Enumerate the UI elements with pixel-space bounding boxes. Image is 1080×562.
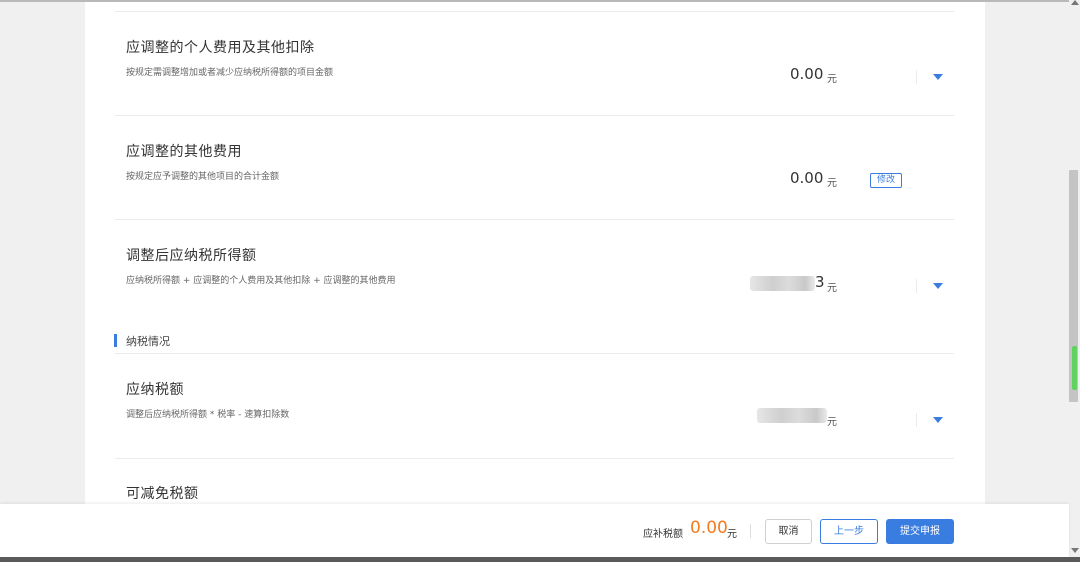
amount-value: 0.00 — [790, 169, 824, 187]
row-title: 可减免税额 — [126, 486, 199, 502]
row-description: 按规定应予调整的其他项目的合计金额 — [126, 172, 280, 182]
row-divider — [115, 115, 954, 116]
scroll-up-icon[interactable] — [1071, 0, 1079, 5]
form-panel: 应调整的个人费用及其他扣除 按规定需调整增加或者减少应纳税所得额的项目金额 0.… — [85, 2, 985, 504]
tax-due-label: 应补税额 — [643, 529, 683, 540]
chevron-down-icon[interactable] — [933, 283, 943, 289]
row-title: 调整后应纳税所得额 — [126, 248, 257, 264]
edit-button[interactable]: 修改 — [870, 173, 902, 188]
scroll-down-icon[interactable] — [1071, 548, 1079, 553]
tax-due-amount: 0.00 — [690, 518, 728, 538]
row-divider — [115, 11, 954, 12]
tax-due-unit: 元 — [727, 529, 737, 540]
amount-unit: 元 — [827, 178, 837, 189]
row-description: 按规定需调整增加或者减少应纳税所得额的项目金额 — [126, 68, 334, 78]
amount-value: 3 — [815, 273, 825, 291]
row-title: 应调整的其他费用 — [126, 144, 242, 160]
submit-button[interactable]: 提交申报 — [886, 519, 954, 544]
amount-unit: 元 — [827, 74, 837, 85]
section-title: 纳税情况 — [126, 335, 170, 348]
scroll-indicator — [1072, 346, 1077, 390]
footer-bar: 应补税额 0.00 元 取消 上一步 提交申报 — [0, 504, 1069, 557]
divider — [916, 279, 917, 293]
row-title: 应调整的个人费用及其他扣除 — [126, 40, 315, 56]
chevron-down-icon[interactable] — [933, 74, 943, 80]
row-divider — [115, 219, 954, 220]
row-title: 应纳税额 — [126, 382, 184, 398]
cancel-button[interactable]: 取消 — [765, 519, 812, 544]
row-description: 应纳税所得额 + 应调整的个人费用及其他扣除 + 应调整的其他费用 — [126, 276, 396, 286]
chevron-down-icon[interactable] — [933, 417, 943, 423]
amount-unit: 元 — [827, 283, 837, 294]
previous-step-button[interactable]: 上一步 — [820, 519, 878, 544]
row-description: 调整后应纳税所得额 * 税率 - 速算扣除数 — [126, 410, 290, 420]
divider — [916, 413, 917, 427]
divider — [750, 524, 751, 538]
row-divider — [115, 353, 954, 354]
divider — [916, 70, 917, 84]
section-marker — [114, 334, 117, 347]
redacted-amount — [750, 276, 815, 291]
row-divider — [115, 458, 954, 459]
amount-unit: 元 — [827, 417, 837, 428]
taskbar-strip — [0, 557, 1080, 562]
redacted-amount — [757, 408, 827, 423]
amount-value: 0.00 — [790, 65, 824, 83]
